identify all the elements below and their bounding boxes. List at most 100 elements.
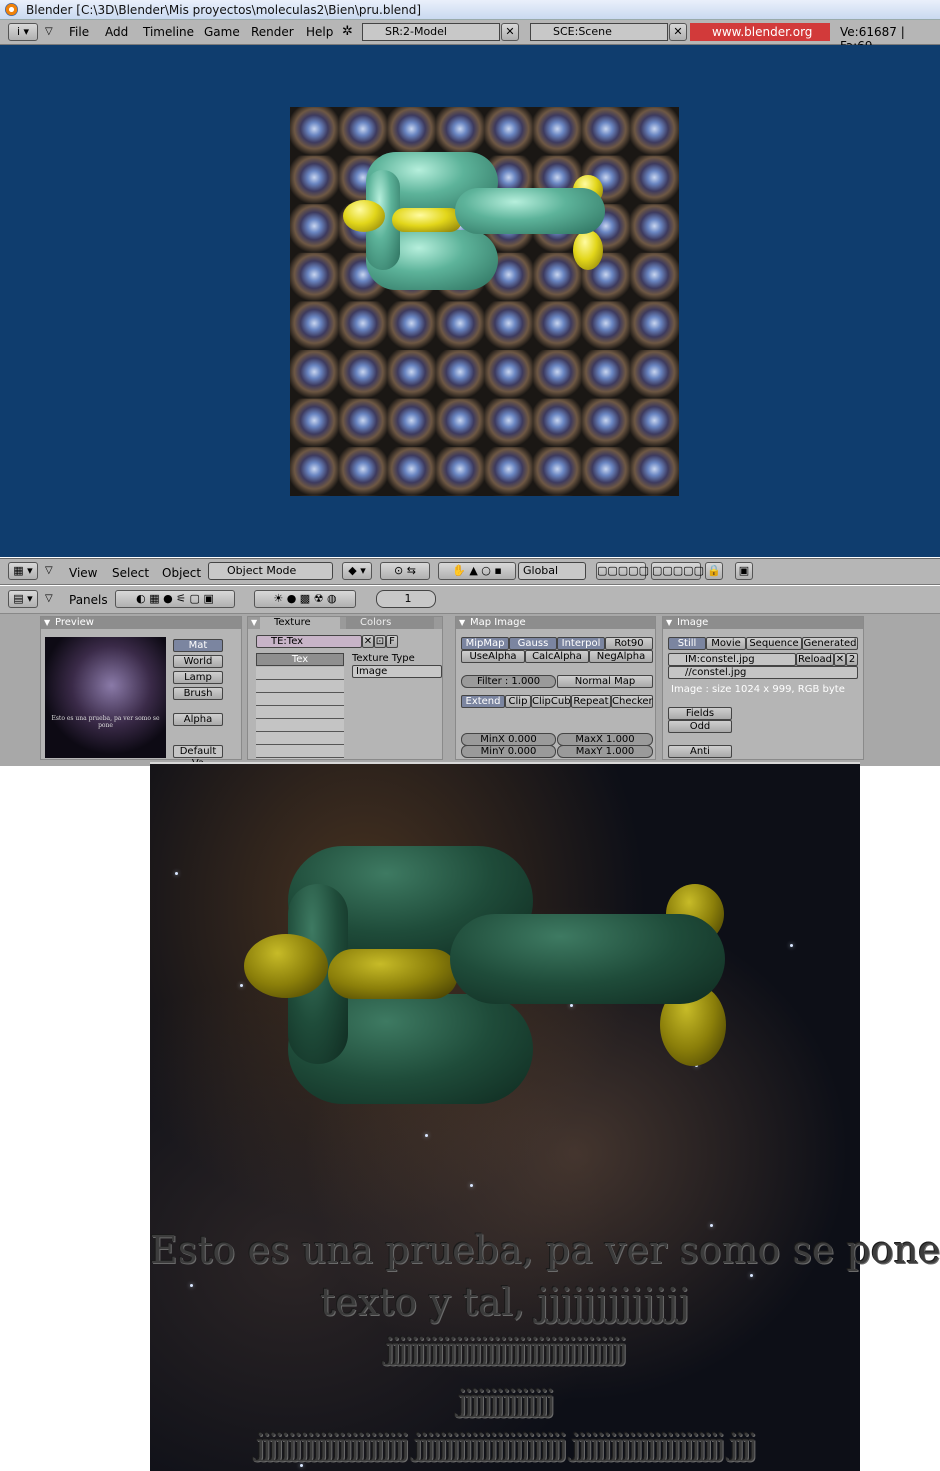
menu-help[interactable]: Help bbox=[306, 25, 333, 39]
negalpha-toggle[interactable]: NegAlpha bbox=[589, 650, 653, 663]
render-text-line-3: jjjjjjjjjjjjjjjjjjjjjjjjjjjjjjjjjjjjjj bbox=[385, 1332, 627, 1367]
menu-view[interactable]: View bbox=[69, 566, 97, 580]
menu-add[interactable]: Add bbox=[105, 25, 128, 39]
texture-type-selector[interactable]: Image bbox=[352, 665, 442, 678]
frame-counter[interactable]: 1 bbox=[376, 590, 436, 608]
miny-field[interactable]: MinY 0.000 bbox=[461, 745, 556, 758]
clip-toggle[interactable]: Clip bbox=[505, 695, 531, 708]
menu-game[interactable]: Game bbox=[204, 25, 240, 39]
3d-view-header: ▦ ▾ ▽ View Select Object Object Mode ◆ ▾… bbox=[0, 558, 940, 585]
still-tab[interactable]: Still bbox=[668, 637, 706, 650]
movie-tab[interactable]: Movie bbox=[706, 637, 746, 650]
menu-select[interactable]: Select bbox=[112, 566, 149, 580]
main-menu-bar: i ▾ ▽ File Add Timeline Game Render Help… bbox=[0, 20, 940, 57]
render-yellow-lobe-center bbox=[328, 949, 458, 999]
menu-render[interactable]: Render bbox=[251, 25, 294, 39]
render-green-lobe-right bbox=[450, 914, 725, 1004]
window-title: Blender [C:\3D\Blender\Mis proyectos\mol… bbox=[26, 3, 422, 17]
lock-icon[interactable]: 🔒 bbox=[705, 562, 723, 580]
collapse-menu-icon[interactable]: ▽ bbox=[45, 565, 53, 576]
extend-toggle[interactable]: Extend bbox=[461, 695, 505, 708]
maxy-field[interactable]: MaxY 1.000 bbox=[557, 745, 653, 758]
texture-panel-header: Texture Colors bbox=[248, 617, 442, 629]
gauss-toggle[interactable]: Gauss bbox=[509, 637, 557, 650]
unlink-image-icon[interactable]: ✕ bbox=[834, 653, 846, 666]
image-panel: Image Still Movie Sequence Generated IM:… bbox=[662, 616, 864, 760]
texture-panel: Texture Colors TE:Tex ✕ ⊡ F Tex Texture … bbox=[247, 616, 443, 760]
mode-selector[interactable]: Object Mode bbox=[208, 562, 333, 580]
render-yellow-lobe-left bbox=[244, 934, 328, 998]
clipcube-toggle[interactable]: ClipCub bbox=[531, 695, 571, 708]
repeat-toggle[interactable]: Repeat bbox=[571, 695, 611, 708]
grid-window-type-icon[interactable]: ▦ ▾ bbox=[8, 562, 38, 580]
render-text-line-4: jjjjjjjjjjjjjjj bbox=[457, 1384, 556, 1419]
shading-subcontext-icons[interactable]: ☀ ● ▩ ☢ ◍ bbox=[254, 590, 356, 608]
reload-button[interactable]: Reload bbox=[796, 653, 834, 666]
sequence-tab[interactable]: Sequence bbox=[746, 637, 802, 650]
generated-tab[interactable]: Generated bbox=[802, 637, 858, 650]
preview-mat-button[interactable]: Mat bbox=[173, 639, 223, 652]
fake-user-button[interactable]: F bbox=[386, 635, 398, 648]
texture-slot-list[interactable] bbox=[256, 667, 344, 759]
info-window-type-icon[interactable]: i ▾ bbox=[8, 23, 38, 41]
texture-slot-tex[interactable]: Tex bbox=[256, 653, 344, 666]
delete-scene-icon[interactable]: ✕ bbox=[669, 23, 687, 41]
texture-tab[interactable]: Texture bbox=[260, 617, 340, 629]
fake-user-icon[interactable]: ⊡ bbox=[374, 635, 386, 648]
calcalpha-toggle[interactable]: CalcAlpha bbox=[525, 650, 589, 663]
menu-object[interactable]: Object bbox=[162, 566, 201, 580]
mipmap-toggle[interactable]: MipMap bbox=[461, 637, 509, 650]
window-title-bar: Blender [C:\3D\Blender\Mis proyectos\mol… bbox=[0, 0, 940, 20]
blender-logo-icon bbox=[5, 3, 18, 16]
layers-right-icon[interactable]: ▢▢▢▢▢ bbox=[651, 562, 704, 580]
checker-toggle[interactable]: Checker bbox=[611, 695, 653, 708]
render-text-line-5: jjjjjjjjjjjjjjjjjjjjjjjj jjjjjjjjjjjjjjj… bbox=[255, 1428, 758, 1463]
render-text-line-1: Esto es una prueba, pa ver somo se pone bbox=[150, 1228, 940, 1272]
scene-selector[interactable]: SCE:Scene bbox=[530, 23, 668, 41]
delete-screen-icon[interactable]: ✕ bbox=[501, 23, 519, 41]
draw-type-icon[interactable]: ◆ ▾ bbox=[342, 562, 372, 580]
unlink-texture-icon[interactable]: ✕ bbox=[362, 635, 374, 648]
menu-file[interactable]: File bbox=[69, 25, 89, 39]
render-icon[interactable]: ▣ bbox=[735, 562, 753, 580]
preview-world-button[interactable]: World bbox=[173, 655, 223, 668]
anti-toggle[interactable]: Anti bbox=[668, 745, 732, 758]
image-path-field[interactable]: //constel.jpg bbox=[668, 666, 858, 679]
image-users-count[interactable]: 2 bbox=[846, 653, 858, 666]
rot90-toggle[interactable]: Rot90 bbox=[605, 637, 653, 650]
image-info-text: Image : size 1024 x 999, RGB byte bbox=[671, 684, 845, 695]
odd-toggle[interactable]: Odd bbox=[668, 720, 732, 733]
preview-lamp-button[interactable]: Lamp bbox=[173, 671, 223, 684]
orientation-selector[interactable]: Global bbox=[518, 562, 586, 580]
preview-brush-button[interactable]: Brush bbox=[173, 687, 223, 700]
menu-timeline[interactable]: Timeline bbox=[143, 25, 194, 39]
pivot-icon[interactable]: ⊙ ⇆ bbox=[380, 562, 430, 580]
blender-org-link[interactable]: www.blender.org 245 bbox=[690, 23, 830, 57]
layers-left-icon[interactable]: ▢▢▢▢▢ bbox=[596, 562, 649, 580]
image-name-field[interactable]: IM:constel.jpg bbox=[668, 653, 796, 666]
preview-caption: Esto es una prueba, pa ver somo se pone bbox=[51, 715, 160, 729]
default-vars-button[interactable]: Default Va bbox=[173, 745, 223, 769]
context-tabs-icons[interactable]: ◐ ▦ ● ⚟ ▢ ▣ bbox=[115, 590, 235, 608]
yellow-lobe-center bbox=[392, 208, 462, 232]
green-lobe-right bbox=[455, 188, 605, 234]
screen-selector[interactable]: SR:2-Model bbox=[362, 23, 500, 41]
texture-name-field[interactable]: TE:Tex bbox=[256, 635, 362, 648]
gear-icon[interactable]: ✲ bbox=[342, 24, 353, 39]
preview-panel-header[interactable]: Preview bbox=[41, 617, 241, 629]
map-image-panel-header[interactable]: Map Image bbox=[456, 617, 655, 629]
map-image-panel: Map Image MipMap Gauss Interpol Rot90 Us… bbox=[455, 616, 656, 760]
normal-map-toggle[interactable]: Normal Map bbox=[557, 675, 653, 688]
interpol-toggle[interactable]: Interpol bbox=[557, 637, 605, 650]
collapse-menu-icon[interactable]: ▽ bbox=[45, 26, 53, 37]
panels-menu[interactable]: Panels bbox=[69, 593, 108, 607]
fields-toggle[interactable]: Fields bbox=[668, 707, 732, 720]
usealpha-toggle[interactable]: UseAlpha bbox=[461, 650, 525, 663]
manipulator-icons[interactable]: ✋ ▲ ○ ▪ bbox=[438, 562, 516, 580]
filter-field[interactable]: Filter : 1.000 bbox=[461, 675, 556, 688]
buttons-window-type-icon[interactable]: ▤ ▾ bbox=[8, 590, 38, 608]
collapse-menu-icon[interactable]: ▽ bbox=[45, 593, 53, 604]
image-panel-header[interactable]: Image bbox=[663, 617, 863, 629]
preview-alpha-button[interactable]: Alpha bbox=[173, 713, 223, 726]
colors-tab[interactable]: Colors bbox=[346, 617, 434, 629]
